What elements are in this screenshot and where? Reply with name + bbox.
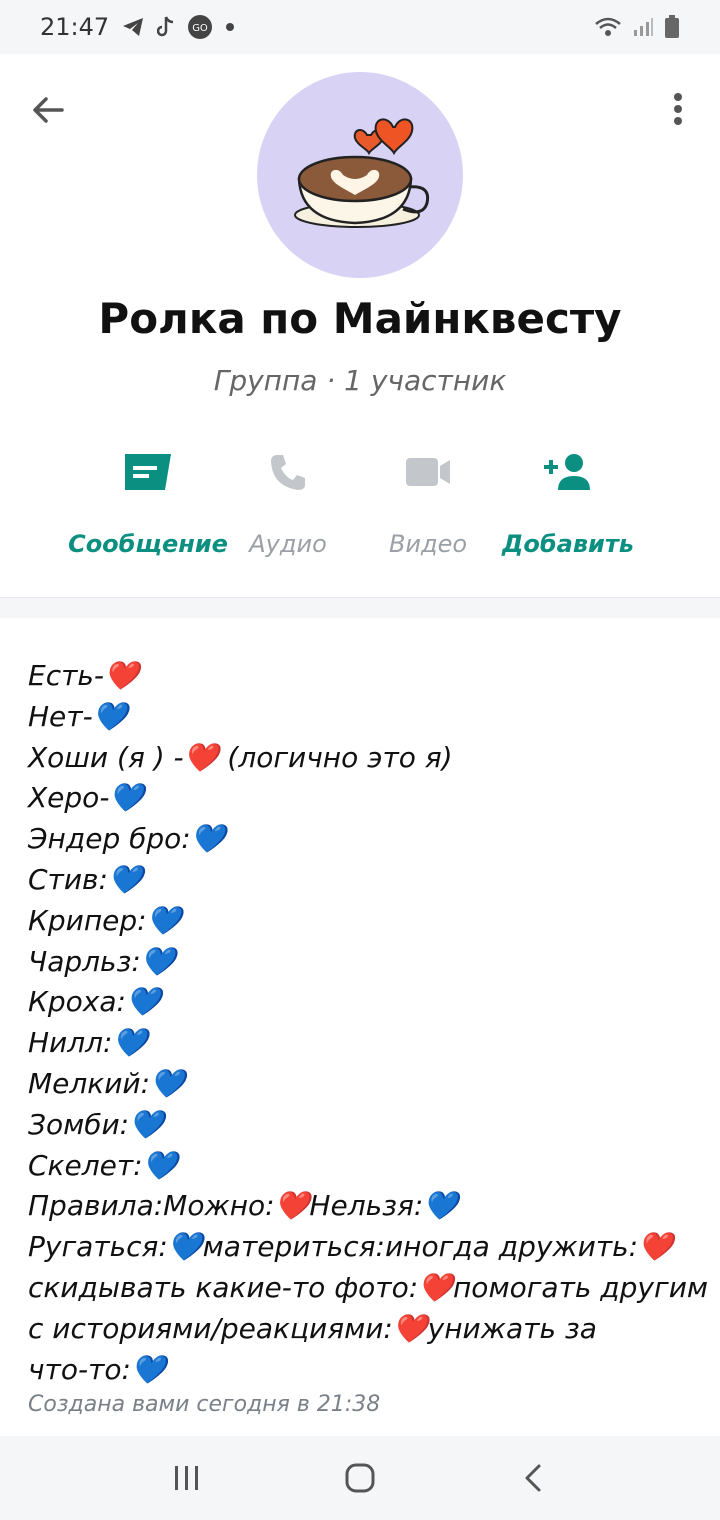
system-nav-bar xyxy=(0,1436,720,1520)
message-action[interactable]: Сообщение xyxy=(68,446,228,566)
audio-action[interactable]: Аудио xyxy=(218,446,358,566)
add-member-action[interactable]: Добавить xyxy=(498,446,638,566)
add-member-label: Добавить xyxy=(502,530,634,558)
description-line: Стив:💙 xyxy=(28,862,143,896)
back-button[interactable] xyxy=(26,88,70,132)
description-line: Есть-❤️ xyxy=(28,659,139,692)
description-line: Скелет:💙 xyxy=(28,1148,178,1182)
description-line: Чарльз:💙 xyxy=(28,944,176,978)
description-line: что-то:💙 xyxy=(28,1352,166,1386)
video-label: Видео xyxy=(388,530,468,558)
description-line: Нет-💙 xyxy=(28,699,128,733)
phone-icon xyxy=(271,455,305,490)
description-line: Мелкий:💙 xyxy=(28,1066,185,1100)
description-line: Эндер бро:💙 xyxy=(28,822,226,856)
action-row: Сообщение Аудио Видео Добавить xyxy=(68,446,638,566)
group-avatar[interactable] xyxy=(257,72,463,278)
status-bar: 21:47 GO xyxy=(0,0,720,54)
description-line: скидывать какие-то фото:❤️помогать други… xyxy=(28,1270,709,1304)
group-header: Ролка по Майнквесту Группа · 1 участник … xyxy=(0,54,720,598)
more-options-button[interactable] xyxy=(658,84,698,134)
description-line: Херо-💙 xyxy=(28,781,145,815)
description-line: Хоши (я ) -❤️ (логично это я) xyxy=(28,740,453,774)
tiktok-icon xyxy=(157,16,175,38)
home-button[interactable] xyxy=(330,1448,390,1508)
signal-icon xyxy=(632,16,654,38)
group-description[interactable]: Есть-❤️ Нет-💙 Хоши (я ) -❤️ (логично это… xyxy=(28,656,709,1390)
description-line: Правила:Можно:❤️Нельзя:💙 xyxy=(28,1189,459,1223)
description-line: Кроха:💙 xyxy=(28,985,161,1019)
video-icon xyxy=(406,458,450,486)
group-subtitle: Группа · 1 участник xyxy=(213,364,507,397)
description-line: Зомби:💙 xyxy=(28,1107,164,1141)
wifi-icon xyxy=(594,16,622,38)
back-arrow-icon xyxy=(33,97,64,123)
dot-icon xyxy=(225,22,235,32)
back-nav-button[interactable] xyxy=(503,1448,563,1508)
group-name[interactable]: Ролка по Майнквесту xyxy=(0,294,720,343)
more-vert-icon xyxy=(674,93,682,125)
description-line: Нилл:💙 xyxy=(28,1026,148,1060)
message-icon xyxy=(125,454,171,490)
battery-icon xyxy=(664,15,680,39)
description-line: Ругаться:💙материться:иногда дружить:❤️ xyxy=(28,1230,673,1264)
coffee-hearts-icon xyxy=(294,118,430,228)
status-time: 21:47 xyxy=(40,13,110,41)
recents-icon xyxy=(174,1466,198,1490)
add-person-icon xyxy=(544,454,590,490)
go-icon: GO xyxy=(187,14,213,40)
home-icon xyxy=(345,1463,375,1493)
audio-label: Аудио xyxy=(249,530,327,558)
group-description-card: Есть-❤️ Нет-💙 Хоши (я ) -❤️ (логично это… xyxy=(0,618,720,1436)
description-line: с историями/реакциями:❤️унижать за xyxy=(28,1311,597,1345)
message-label: Сообщение xyxy=(68,530,228,558)
video-action[interactable]: Видео xyxy=(358,446,498,566)
created-info: Создана вами сегодня в 21:38 xyxy=(28,1392,381,1417)
telegram-icon xyxy=(121,16,145,38)
svg-text:GO: GO xyxy=(192,23,208,34)
description-line: Крипер:💙 xyxy=(28,903,182,937)
chevron-left-icon xyxy=(525,1464,541,1492)
recents-button[interactable] xyxy=(157,1448,217,1508)
